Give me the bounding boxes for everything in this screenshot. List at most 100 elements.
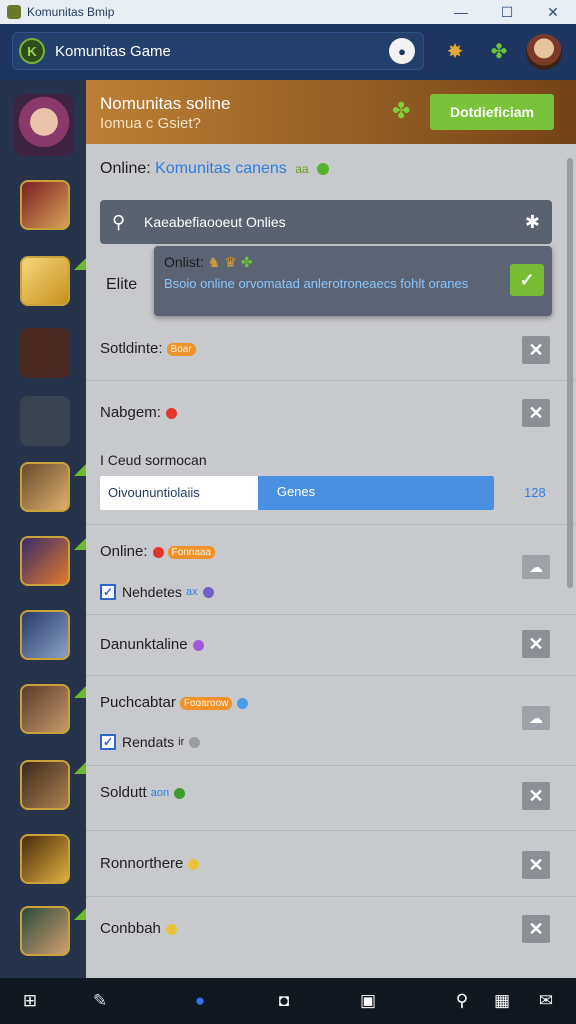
row-label-text: Sotldinte: xyxy=(100,340,163,357)
record-icon[interactable]: ◘ xyxy=(262,978,306,1024)
close-button[interactable]: ✕ xyxy=(530,0,576,24)
row-label: Nabgem: xyxy=(100,404,177,421)
sidebar-game-10[interactable] xyxy=(20,834,70,884)
online-tag: aa xyxy=(295,162,309,176)
row-label: Sotldinte: Boar xyxy=(100,340,196,357)
profile-avatar[interactable] xyxy=(526,34,562,70)
banner-action-button[interactable]: Dotdieficiam xyxy=(430,94,554,130)
screen-icon[interactable]: ▣ xyxy=(346,978,390,1024)
chat-icon[interactable]: ✉ xyxy=(524,978,568,1024)
checkbox-extra: ir xyxy=(178,736,185,748)
list-item[interactable]: Conbbah ✕ xyxy=(86,897,576,967)
trophy-icon: ♞ xyxy=(207,254,221,270)
emoji-icon xyxy=(165,923,177,935)
list-item[interactable]: Online: Fonnaaa ☁ ✓ Nehdetes ax xyxy=(86,525,576,615)
gem-icon xyxy=(192,639,204,651)
list-item[interactable]: Puchcabtar Fooaroow ☁ ✓ Rendats ir xyxy=(86,676,576,766)
sidebar-online-marker xyxy=(74,258,86,270)
row-checkbox[interactable]: ✓ Nehdetes ax xyxy=(100,584,214,600)
sidebar-game-2[interactable] xyxy=(20,256,70,306)
sidebar-game-9[interactable] xyxy=(20,760,70,810)
favorite-star-icon[interactable]: ✱ xyxy=(525,212,540,233)
download-source-text: Oivoununtiolaiis xyxy=(108,485,200,500)
remove-button[interactable]: ✕ xyxy=(522,399,550,427)
online-label: Online: xyxy=(100,160,151,177)
row-checkbox[interactable]: ✓ Rendats ir xyxy=(100,734,201,750)
row-label: Conbbah xyxy=(100,920,177,937)
scrollbar-thumb[interactable] xyxy=(567,158,573,588)
sidebar-game-4[interactable] xyxy=(20,396,70,446)
leaf-icon[interactable]: ✤ xyxy=(486,38,512,64)
cloud-sync-button[interactable]: ☁ xyxy=(522,706,550,730)
sidebar-online-marker xyxy=(74,538,86,550)
key-icon[interactable]: ⚲ xyxy=(440,978,484,1024)
checkbox-icon: ✓ xyxy=(100,734,116,750)
online-header: Online: Komunitas canens aa xyxy=(100,160,330,178)
row-label-text: Soldutt xyxy=(100,784,147,801)
download-progress-bar[interactable]: Oivoununtiolaiis Genes xyxy=(100,476,494,510)
scrollbar[interactable] xyxy=(566,148,574,974)
confirm-check-button[interactable]: ✓ xyxy=(510,264,544,296)
online-notification-popup: Onlist: ♞ ♛ ✤ Bsoio online orvomatad anlero… xyxy=(154,246,552,316)
download-label: I Ceud sormocan xyxy=(100,452,207,468)
user-icon[interactable]: ● xyxy=(389,38,415,64)
remove-button[interactable]: ✕ xyxy=(522,782,550,810)
main-panel: Nomunitas soline Iomua c Gsiet? ✤ Dotdie… xyxy=(86,80,576,978)
checkbox-label: Nehdetes xyxy=(122,584,182,600)
search-field[interactable]: ⚲ Kaeabefiaooeut Onlies ✱ xyxy=(100,200,552,244)
pen-icon[interactable]: ✎ xyxy=(78,978,122,1024)
window-titlebar: Komunitas Bmip — ☐ ✕ xyxy=(0,0,576,24)
remove-button[interactable]: ✕ xyxy=(522,630,550,658)
list-item[interactable]: Ronnorthere ✕ xyxy=(86,831,576,897)
remove-button[interactable]: ✕ xyxy=(522,336,550,364)
rocket-icon[interactable]: ● xyxy=(178,978,222,1024)
sidebar-game-11[interactable] xyxy=(20,906,70,956)
status-dot xyxy=(202,586,214,598)
maximize-icon: ☐ xyxy=(500,3,514,20)
download-count: 128 xyxy=(524,485,546,500)
remove-button[interactable]: ✕ xyxy=(522,915,550,943)
sidebar-game-6[interactable] xyxy=(20,536,70,586)
community-link[interactable]: Komunitas canens xyxy=(155,160,287,177)
leaf-icon: ✤ xyxy=(240,254,253,270)
row-label: Online: Fonnaaa xyxy=(100,543,216,560)
app-brand: Komunitas Game xyxy=(55,42,171,60)
windows-start-icon[interactable]: ⊞ xyxy=(8,978,52,1024)
checkbox-icon: ✓ xyxy=(100,584,116,600)
list-item[interactable]: Soldutt aon ✕ xyxy=(86,766,576,831)
minimize-button[interactable]: — xyxy=(438,0,484,24)
maximize-button[interactable]: ☐ xyxy=(484,0,530,24)
sidebar-hero-avatar[interactable] xyxy=(14,94,74,156)
list-item[interactable]: Sotldinte: Boar ✕ xyxy=(86,316,576,381)
online-status-dot xyxy=(317,162,330,175)
cloud-sync-button[interactable]: ☁ xyxy=(522,555,550,579)
popup-title-text: Onlist: xyxy=(164,254,204,270)
sidebar-game-5[interactable] xyxy=(20,462,70,512)
checkbox-extra: ax xyxy=(185,586,198,598)
sidebar-game-1[interactable] xyxy=(20,180,70,230)
download-action-text[interactable]: Genes xyxy=(260,484,332,499)
star-badge-icon[interactable]: ✸ xyxy=(442,38,468,64)
popup-title: Onlist: ♞ ♛ ✤ xyxy=(164,254,253,271)
game-sidebar xyxy=(0,80,86,978)
sidebar-game-7[interactable] xyxy=(20,610,70,660)
header-search-bar[interactable]: K Komunitas Game ● xyxy=(12,32,424,70)
sidebar-game-3[interactable] xyxy=(20,328,70,378)
logo-letter: K xyxy=(27,43,37,59)
leaf-icon: ✤ xyxy=(392,98,411,123)
remove-button[interactable]: ✕ xyxy=(522,851,550,879)
gem-icon xyxy=(237,697,249,709)
calculator-icon[interactable]: ▦ xyxy=(480,978,524,1024)
row-label: Puchcabtar Fooaroow xyxy=(100,694,249,711)
elite-label: Elite xyxy=(106,276,138,293)
row-label-text: Online: xyxy=(100,543,148,560)
sidebar-online-marker xyxy=(74,686,86,698)
search-input[interactable]: Kaeabefiaooeut Onlies xyxy=(144,214,525,230)
checkbox-label: Rendats xyxy=(122,734,175,750)
row-label-text: Ronnorthere xyxy=(100,855,184,872)
row-label-text: Nabgem: xyxy=(100,404,161,421)
status-dot xyxy=(152,546,164,558)
list-item[interactable]: Danunktaline ✕ xyxy=(86,615,576,676)
sidebar-game-8[interactable] xyxy=(20,684,70,734)
community-banner: Nomunitas soline Iomua c Gsiet? ✤ Dotdie… xyxy=(86,80,576,144)
